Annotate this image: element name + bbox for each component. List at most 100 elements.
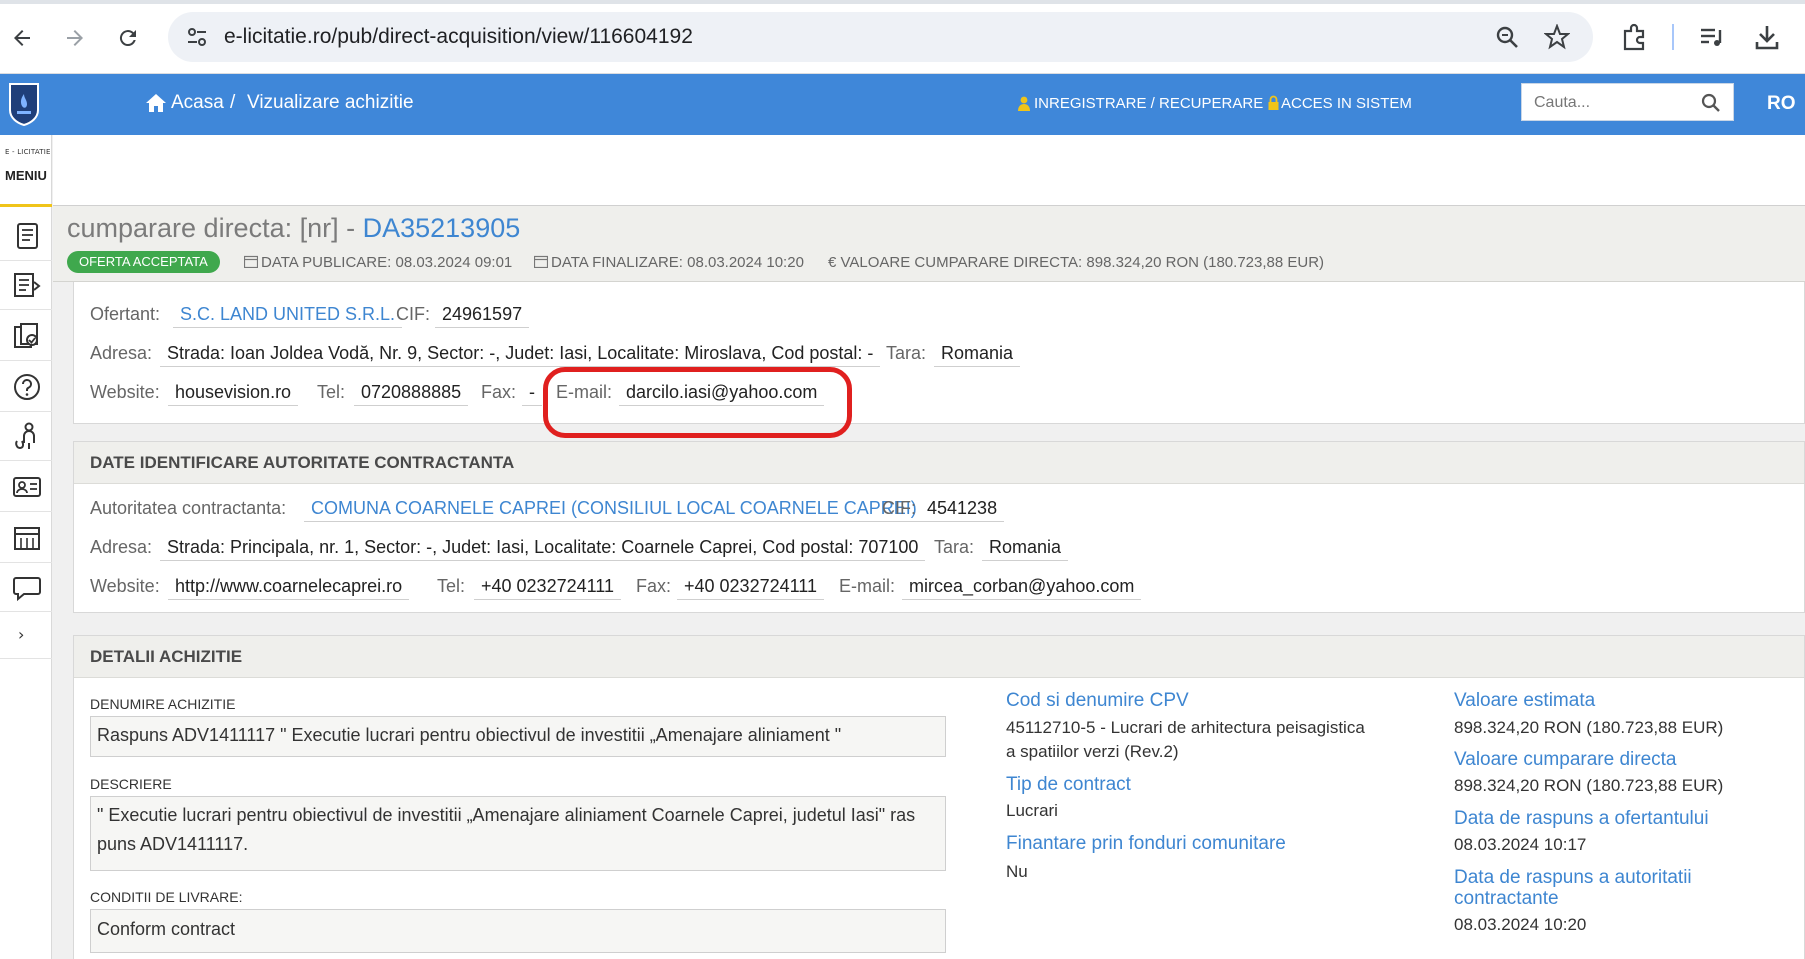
media-queue-icon[interactable] [1697,22,1727,52]
cpv-title: Cod si denumire CPV [1006,690,1189,711]
authority-name-label: Autoritatea contractanta: [90,498,287,518]
offerer-name-link[interactable]: S.C. LAND UNITED S.R.L. [173,304,403,328]
authority-email-label: E-mail: [839,576,896,596]
offerer-label: Ofertant: [90,304,161,324]
menu-label[interactable]: MENIU [5,168,47,183]
zoom-icon[interactable] [1494,24,1520,50]
breadcrumb-separator: / [230,92,236,113]
offerer-website-label: Website: [90,382,160,402]
address-bar[interactable]: e-licitatie.ro/pub/direct-acquisition/vi… [168,12,1593,62]
offerer-country: Romania [934,343,1021,367]
side-divider [0,658,52,659]
expand-menu-icon[interactable]: › [18,625,24,644]
side-divider [0,562,52,563]
estimated-value: 898.324,20 RON (180.723,88 EUR) [1454,718,1724,737]
document-icon[interactable] [12,221,42,251]
menu-brand-label: E - LICITATIE [5,148,51,156]
authority-panel-header: DATE IDENTIFICARE AUTORITATE CONTRACTANT… [74,442,1804,484]
authority-reply-title-line1: Data de raspuns a autoritatii [1454,867,1692,888]
authority-cif: 4541238 [920,498,1005,522]
calendar-icon[interactable] [12,523,42,553]
user-tree-icon[interactable] [12,421,42,451]
home-icon[interactable] [145,93,167,113]
authority-address-label: Adresa: [90,537,153,557]
authority-country: Romania [982,537,1069,561]
sub-toolbar [53,135,1805,206]
funding-value: Nu [1006,862,1028,881]
offerer-fax-label: Fax: [481,382,517,402]
reload-icon[interactable] [110,20,146,56]
authority-reply-value: 08.03.2024 10:20 [1454,915,1587,934]
status-badge: OFERTA ACCEPTATA [67,251,220,273]
authority-heading: DATE IDENTIFICARE AUTORITATE CONTRACTANT… [90,453,515,472]
language-selector[interactable]: RO [1767,93,1796,115]
side-divider [0,411,52,412]
side-divider [0,360,52,361]
page-root: e-licitatie.ro/pub/direct-acquisition/vi… [0,0,1805,959]
offerer-fax: - [522,382,542,406]
id-card-icon[interactable] [12,472,42,502]
search-icon[interactable] [1701,93,1721,113]
side-divider [0,460,52,461]
toolbar-divider [1672,24,1674,50]
help-icon[interactable] [12,372,42,402]
offerer-tel: 0720888885 [354,382,469,406]
bookmark-star-icon[interactable] [1544,24,1570,50]
side-divider [0,511,52,512]
funding-title: Finantare prin fonduri comunitare [1006,833,1286,854]
offerer-cif: 24961597 [435,304,530,328]
url-text[interactable]: e-licitatie.ro/pub/direct-acquisition/vi… [224,25,693,49]
forward-icon[interactable] [57,20,93,56]
site-settings-icon[interactable] [186,26,208,48]
side-divider [0,260,52,261]
download-icon[interactable] [1752,22,1782,52]
breadcrumb-home[interactable]: Acasa [171,92,224,114]
authority-fax: +40 0232724111 [677,576,824,600]
certificate-icon[interactable] [12,321,42,351]
email-highlight-circle [543,367,852,438]
authority-cif-label: CIF: [882,498,916,518]
finish-date-text: DATA FINALIZARE: 08.03.2024 10:20 [551,254,804,271]
authority-name-link[interactable]: COMUNA COARNELE CAPREI (CONSILIUL LOCAL … [304,498,924,522]
offerer-panel: Ofertant: S.C. LAND UNITED S.R.L. CIF: 2… [73,282,1805,424]
back-icon[interactable] [4,20,40,56]
side-divider [0,309,52,310]
authority-country-label: Tara: [934,537,975,557]
authority-tel: +40 0232724111 [474,576,621,600]
authority-website[interactable]: http://www.coarnelecaprei.ro [168,576,410,600]
breadcrumb-current: Vizualizare achizitie [247,92,414,113]
acquisition-name-field: Raspuns ADV1411117 " Executie lucrari pe… [90,716,946,757]
cpv-value-line1: 45112710-5 - Lucrari de arhitectura peis… [1006,718,1365,737]
procurement-code[interactable]: DA35213905 [363,213,521,243]
site-logo-icon[interactable] [8,82,40,126]
chat-icon[interactable] [12,573,42,603]
browser-toolbar: e-licitatie.ro/pub/direct-acquisition/vi… [0,0,1805,74]
search-input[interactable] [1534,92,1694,114]
list-export-icon[interactable] [12,270,42,300]
menu-toggle[interactable]: E - LICITATIE MENIU [0,135,52,207]
authority-panel: DATE IDENTIFICARE AUTORITATE CONTRACTANT… [73,441,1805,613]
direct-value-title: Valoare cumparare directa [1454,749,1677,770]
contract-type-value: Lucrari [1006,801,1058,820]
register-link[interactable]: INREGISTRARE / RECUPERARE [1034,95,1263,112]
offerer-reply-value: 08.03.2024 10:17 [1454,835,1587,854]
login-link[interactable]: ACCES IN SISTEM [1281,95,1412,112]
description-field: " Executie lucrari pentru obiectivul de … [90,796,946,871]
publish-date: DATA PUBLICARE: 08.03.2024 09:01 [244,254,512,271]
direct-value: 898.324,20 RON (180.723,88 EUR) [1454,776,1724,795]
authority-fax-label: Fax: [636,576,672,596]
delivery-label: CONDITII DE LIVRARE: [90,889,243,905]
site-search[interactable] [1521,83,1734,121]
tab-strip-edge [0,0,1805,4]
procurement-title-bar: cumparare directa: [nr] - DA35213905 OFE… [53,206,1805,282]
calendar-small-icon [534,255,548,268]
offerer-tel-label: Tel: [317,382,346,402]
lock-icon [1268,95,1279,110]
authority-tel-label: Tel: [437,576,466,596]
site-header: Acasa / Vizualizare achizitie INREGISTRA… [0,74,1805,135]
offerer-reply-title: Data de raspuns a ofertantului [1454,808,1709,829]
offerer-address: Strada: Ioan Joldea Vodă, Nr. 9, Sector:… [160,343,881,367]
acquisition-name-label: DENUMIRE ACHIZITIE [90,696,236,712]
extensions-icon[interactable] [1620,22,1650,52]
details-panel: DETALII ACHIZITIE DENUMIRE ACHIZITIE Ras… [73,635,1805,959]
